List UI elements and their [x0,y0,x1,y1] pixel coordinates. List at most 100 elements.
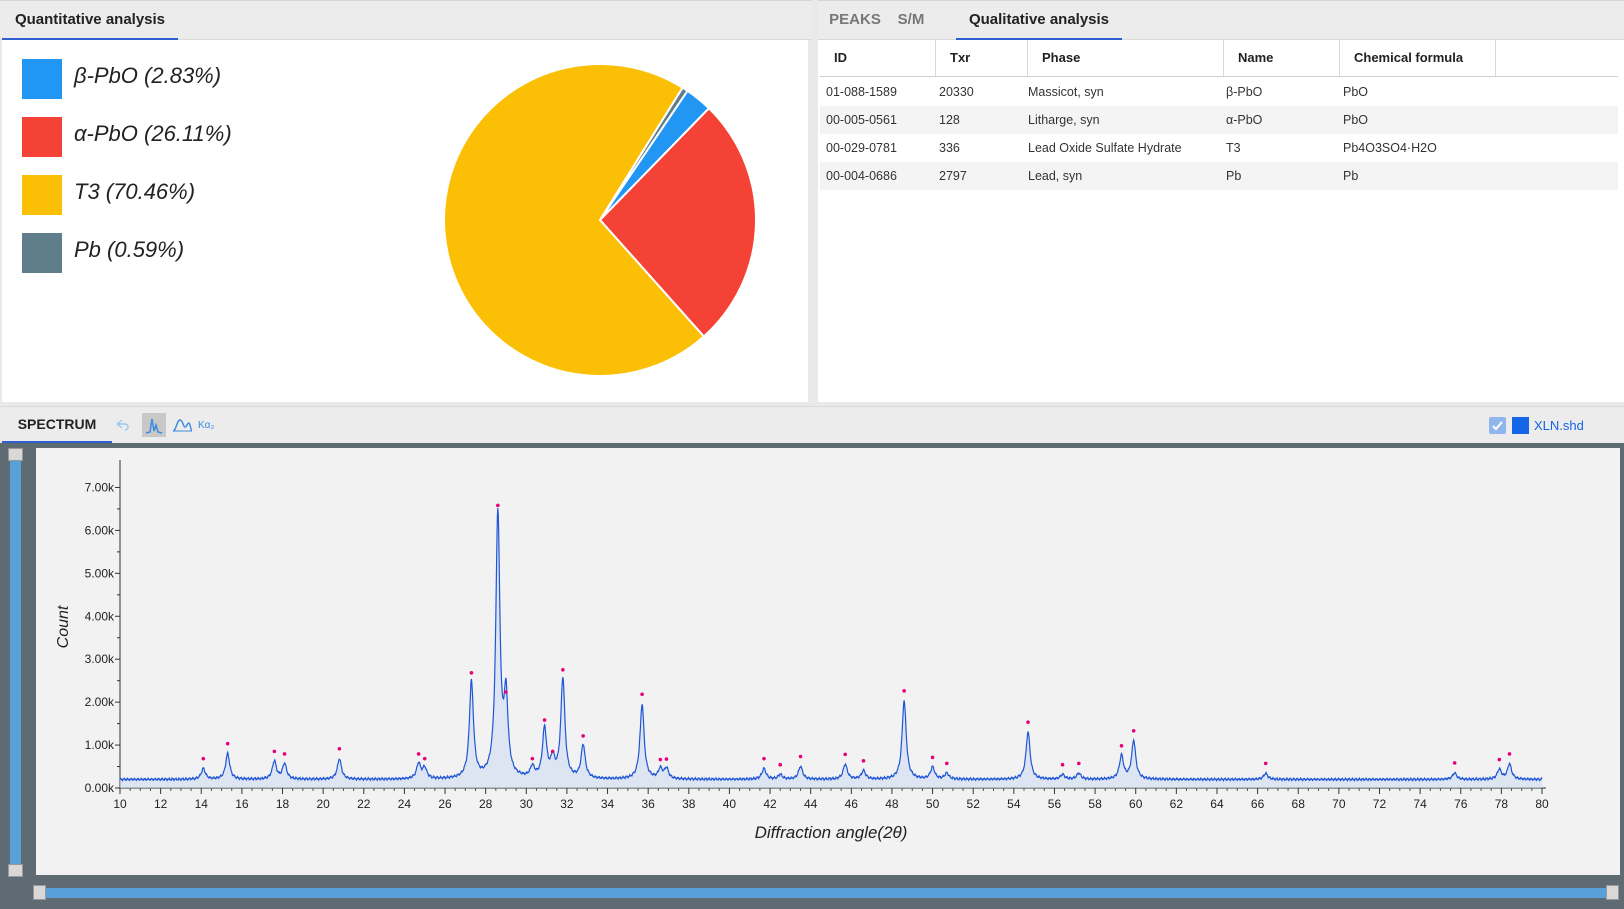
peak-marker[interactable] [640,692,644,697]
x-axis-label: Diffraction angle(2θ) [755,823,908,842]
column-header-txr[interactable]: Txr [936,40,1028,76]
cell-name: T3 [1226,141,1241,155]
legend-swatch [22,175,62,215]
x-tick-label: 50 [926,797,940,811]
x-tick-label: 16 [235,797,249,811]
peak-marker[interactable] [798,754,803,759]
peak-marker[interactable] [1026,720,1030,724]
peak-marker[interactable] [762,756,766,761]
peak-marker[interactable] [550,749,555,754]
vertical-scroll-handle-top[interactable] [8,448,23,461]
peak-marker[interactable] [416,752,421,756]
peak-marker[interactable] [496,503,500,508]
cell-name: β-PbO [1226,85,1263,99]
peak-marker[interactable] [1263,761,1268,766]
x-tick-label: 60 [1129,797,1143,811]
table-row[interactable]: 00-029-0781 336 Lead Oxide Sulfate Hydra… [820,134,1618,162]
undo-icon[interactable] [114,418,130,432]
file-visibility-checkbox[interactable] [1489,417,1506,434]
x-tick-label: 42 [763,797,777,811]
x-tick-label: 30 [520,797,534,811]
peak-marker[interactable] [469,671,474,675]
x-tick-label: 56 [1048,797,1062,811]
tab-qualitative-analysis[interactable]: Qualitative analysis [956,1,1122,41]
table-row[interactable]: 01-088-1589 20330 Massicot, syn β-PbO Pb… [820,78,1618,106]
column-header-name[interactable]: Name [1224,40,1340,76]
peak-marker[interactable] [902,689,906,693]
x-tick-label: 58 [1088,797,1102,811]
x-tick-label: 72 [1373,797,1387,811]
qualitative-tabbar: PEAKS S/M Qualitative analysis [818,0,1624,41]
column-header-id[interactable]: ID [820,40,936,76]
cell-txr: 128 [939,113,960,127]
axes: 0.00k 1.00k 2.00k 3.00k 4.00k 5.00k 6.00k 7.00k… [85,460,1549,811]
table-row[interactable]: 00-004-0686 2797 Lead, syn Pb Pb [820,162,1618,190]
peak-marker[interactable] [201,756,206,761]
peak-marker[interactable] [1507,752,1512,756]
x-tick-label: 26 [438,797,452,811]
tab-peaks[interactable]: PEAKS [822,1,888,41]
peak-marker[interactable] [930,755,935,760]
column-header-phase[interactable]: Phase [1028,40,1224,76]
peak-marker[interactable] [944,761,949,766]
table-row[interactable]: 00-005-0561 128 Litharge, syn α-PbO PbO [820,106,1618,134]
xrd-spectrum-chart[interactable]: 0.00k 1.00k 2.00k 3.00k 4.00k 5.00k 6.00k 7.00k… [36,448,1620,875]
smooth-icon[interactable] [172,417,192,433]
legend-swatch [22,117,62,157]
peak-marker[interactable] [272,749,277,754]
cell-name: Pb [1226,169,1242,183]
peak-marker[interactable] [658,757,663,762]
spectrum-plot-area: 0.00k 1.00k 2.00k 3.00k 4.00k 5.00k 6.00k 7.00k… [36,448,1620,875]
peak-marker[interactable] [542,718,547,722]
tab-sm[interactable]: S/M [890,1,932,41]
peak-marker[interactable] [778,762,783,767]
vertical-scrollbar[interactable] [10,457,21,867]
peak-marker[interactable] [664,757,669,761]
cell-txr: 336 [939,141,960,155]
tab-spectrum[interactable]: SPECTRUM [2,407,112,444]
peak-marker[interactable] [337,747,342,751]
x-tick-label: 12 [154,797,168,811]
vertical-scroll-handle-bottom[interactable] [8,864,23,877]
horizontal-scroll-handle-left[interactable] [33,885,46,900]
legend-label: α-PbO (26.11%) [74,121,232,146]
y-tick-label: 6.00k [85,523,115,537]
horizontal-scrollbar[interactable] [40,888,1618,898]
spectrum-fill [120,508,1542,788]
legend-swatch [22,233,62,273]
x-tick-label: 78 [1495,797,1509,811]
peak-marker[interactable] [1119,744,1124,748]
legend-label: β-PbO (2.83%) [74,63,222,88]
peak-marker[interactable] [561,668,565,672]
peak-marker[interactable] [530,756,535,761]
spectrum-tabbar: SPECTRUM Kα₂ XLN.shd [0,406,1624,444]
peak-marker[interactable] [1497,757,1502,762]
column-header-chemical-formula[interactable]: Chemical formula [1340,40,1496,76]
peak-icon-button[interactable] [142,413,166,437]
y-tick-label: 2.00k [85,695,115,709]
peak-marker[interactable] [1131,728,1136,733]
x-tick-label: 70 [1332,797,1346,811]
horizontal-scroll-handle-right[interactable] [1606,885,1619,900]
cell-id: 00-029-0781 [826,141,897,155]
kalpha2-toggle[interactable]: Kα₂ [198,420,214,431]
x-tick-label: 52 [967,797,981,811]
quantitative-panel: β-PbO (2.83%) α-PbO (26.11%) T3 (70.46%)… [2,40,808,402]
peak-marker[interactable] [1077,761,1081,766]
peak-marker[interactable] [225,741,230,746]
x-tick-label: 34 [601,797,615,811]
peak-marker[interactable] [422,756,427,761]
peak-marker[interactable] [504,690,508,694]
spectrum-line[interactable] [119,507,1543,783]
peak-marker[interactable] [861,759,866,763]
peak-marker[interactable] [1060,762,1065,767]
x-tick-label: 76 [1454,797,1468,811]
peak-marker[interactable] [843,752,848,757]
peak-marker[interactable] [1452,761,1457,765]
cell-phase: Lead Oxide Sulfate Hydrate [1028,141,1182,155]
file-label[interactable]: XLN.shd [1534,418,1584,433]
peak-marker[interactable] [282,752,287,756]
table-header: ID Txr Phase Name Chemical formula [820,40,1618,77]
tab-quantitative-analysis[interactable]: Quantitative analysis [2,1,178,41]
peak-marker[interactable] [581,734,585,738]
